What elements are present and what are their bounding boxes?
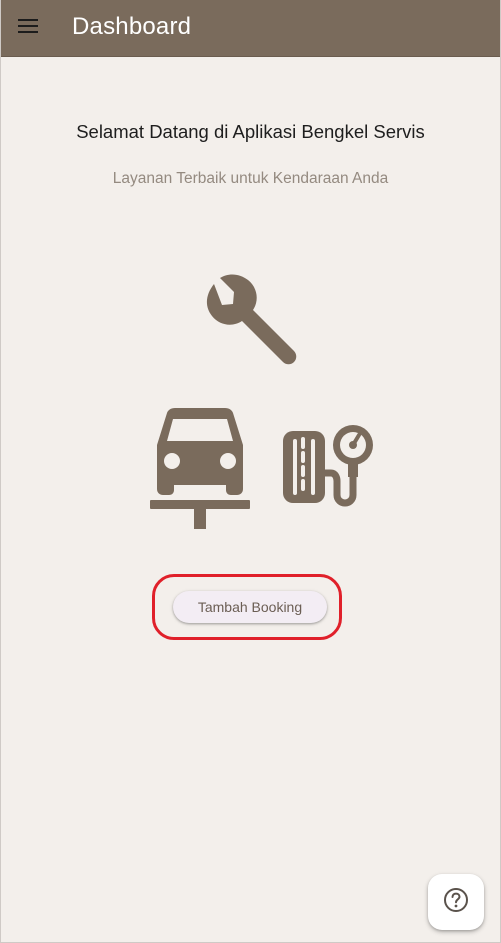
welcome-subtitle: Layanan Terbaik untuk Kendaraan Anda (112, 170, 389, 187)
car-lift-icon (147, 405, 253, 531)
add-booking-button[interactable]: Tambah Booking (173, 591, 327, 623)
menu-button[interactable] (0, 0, 56, 57)
wrench-icon (200, 272, 300, 372)
tire-pressure-icon (281, 423, 377, 507)
app-bar: Dashboard (0, 0, 501, 57)
welcome-heading: Selamat Datang di Aplikasi Bengkel Servi… (76, 121, 425, 142)
help-button[interactable] (428, 874, 484, 930)
help-icon (443, 887, 469, 917)
page-title: Dashboard (72, 13, 192, 40)
menu-icon (18, 18, 38, 38)
